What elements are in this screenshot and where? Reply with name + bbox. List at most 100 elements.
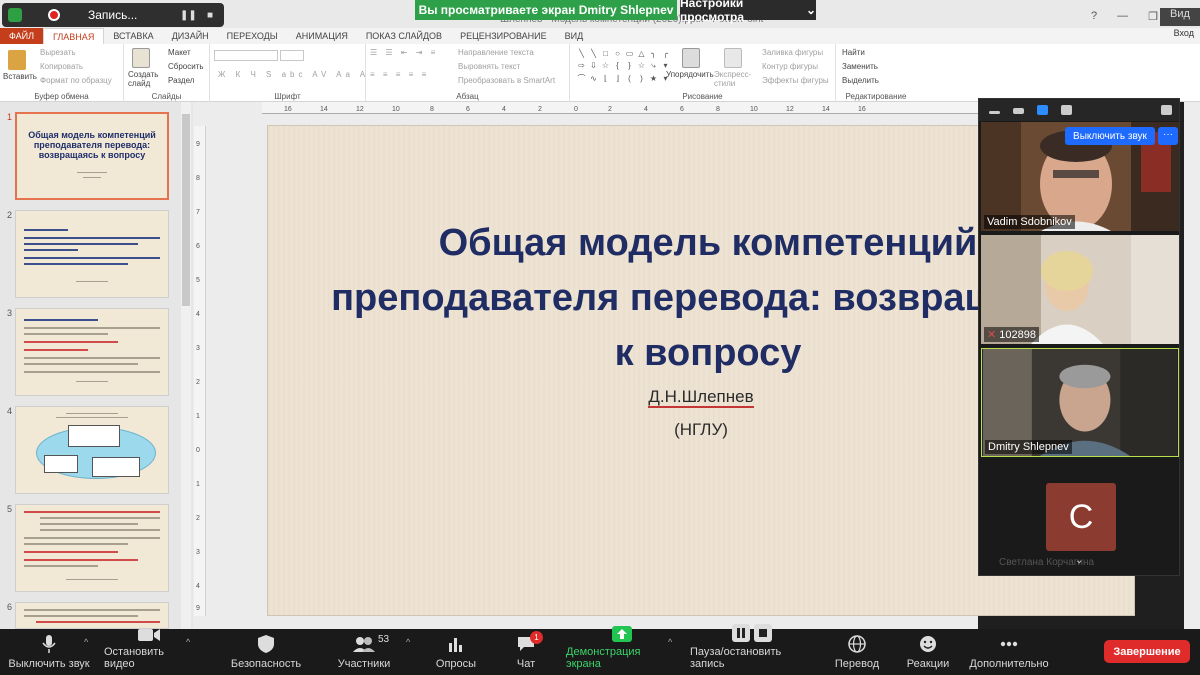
- new-slide-icon[interactable]: [132, 48, 150, 68]
- chevron-up-icon[interactable]: ^: [406, 637, 410, 647]
- slide-thumbnail-2[interactable]: [15, 210, 169, 298]
- speaker-view-icon[interactable]: [1037, 105, 1048, 115]
- tab-animation[interactable]: АНИМАЦИЯ: [287, 28, 357, 44]
- align-text-button[interactable]: Выровнять текст: [458, 62, 520, 71]
- paste-icon[interactable]: [8, 50, 26, 70]
- slide-thumbnail-1[interactable]: Общая модель компетенций преподавателя п…: [15, 112, 169, 200]
- scrollbar-thumb[interactable]: [182, 114, 190, 306]
- select-button[interactable]: Выделить: [842, 76, 879, 85]
- security-button[interactable]: Безопасность: [231, 629, 301, 675]
- translation-button[interactable]: Перевод: [834, 629, 880, 675]
- more-options-button[interactable]: ···: [1158, 127, 1178, 145]
- restore-icon[interactable]: ❐: [1148, 10, 1158, 23]
- paste-button[interactable]: Вставить: [3, 72, 37, 81]
- login-link[interactable]: Вход: [1174, 28, 1194, 38]
- thumbnails-scrollbar[interactable]: [181, 102, 191, 629]
- tab-review[interactable]: РЕЦЕНЗИРОВАНИЕ: [451, 28, 556, 44]
- muted-mic-icon: ✕: [987, 329, 997, 341]
- shape-effects-button[interactable]: Эффекты фигуры: [762, 76, 829, 85]
- mute-button[interactable]: Выключить звук: [8, 629, 90, 675]
- arrange-icon[interactable]: [682, 48, 700, 68]
- pause-recording-button[interactable]: Пауза/остановить запись: [690, 624, 816, 675]
- slide-thumbnail-6[interactable]: [15, 602, 169, 629]
- video-tile-102898[interactable]: ✕ 102898: [981, 235, 1179, 344]
- tab-file[interactable]: ФАЙЛ: [0, 28, 44, 44]
- more-button[interactable]: Дополнительно: [966, 629, 1052, 675]
- chevron-up-icon[interactable]: ^: [668, 637, 672, 647]
- thumb-line: [36, 621, 160, 623]
- pause-icon[interactable]: ❚❚: [180, 10, 197, 21]
- side-by-side-icon[interactable]: [1161, 105, 1172, 115]
- slides-group-label: Слайды: [151, 92, 182, 101]
- reset-button[interactable]: Сбросить: [168, 62, 204, 71]
- slide-thumbnail-3[interactable]: [15, 308, 169, 396]
- reactions-button[interactable]: Реакции: [904, 629, 952, 675]
- font-size-select[interactable]: [280, 50, 304, 61]
- new-slide-button[interactable]: Создать слайд: [128, 70, 162, 88]
- svg-text:4: 4: [196, 583, 200, 590]
- ellipsis-icon: [998, 634, 1020, 654]
- svg-text:8: 8: [430, 106, 434, 113]
- recording-pill[interactable]: Запись... ❚❚ ■: [2, 3, 224, 27]
- quick-styles-button[interactable]: Экспресс-стили: [714, 70, 751, 88]
- shape-outline-button[interactable]: Контур фигуры: [762, 62, 818, 71]
- align-buttons[interactable]: ≡ ≡ ≡ ≡ ≡: [370, 70, 429, 79]
- minimize-panel-icon[interactable]: [989, 111, 1000, 114]
- share-screen-button[interactable]: Демонстрация экрана: [566, 626, 678, 675]
- svg-text:3: 3: [196, 549, 200, 556]
- copy-button[interactable]: Копировать: [40, 62, 83, 71]
- minimize-icon[interactable]: —: [1117, 10, 1128, 23]
- recording-label: Запись...: [88, 8, 138, 22]
- chevron-up-icon[interactable]: ^: [84, 637, 88, 647]
- tab-design[interactable]: ДИЗАЙН: [163, 28, 218, 44]
- arrange-button[interactable]: Упорядочить: [666, 70, 714, 79]
- video-tile-dmitry[interactable]: Dmitry Shlepnev: [981, 348, 1179, 457]
- text-direction-button[interactable]: Направление текста: [458, 48, 534, 57]
- gallery-view-icon[interactable]: [1061, 105, 1072, 115]
- window-controls: ? — ❐: [1091, 10, 1158, 23]
- pause-recording-label: Пауза/остановить запись: [690, 646, 782, 670]
- font-format-buttons[interactable]: Ж К Ч S abc AV Aa A: [218, 70, 369, 79]
- section-button[interactable]: Раздел: [168, 76, 194, 85]
- shapes-gallery[interactable]: ╲ ╲ □ ○ ▭ △ ╮ ╭ ⇨ ⇩ ☆{} ☆ ⤷ ▾ ⌒ ∿ ⌊ ⌋() ★ ▾: [576, 48, 668, 84]
- stop-video-button[interactable]: Остановить видео: [104, 629, 194, 675]
- end-meeting-button[interactable]: Завершение: [1104, 640, 1190, 663]
- view-tab[interactable]: Вид: [1160, 8, 1200, 26]
- tab-slideshow[interactable]: ПОКАЗ СЛАЙДОВ: [357, 28, 451, 44]
- font-family-select[interactable]: [214, 50, 278, 61]
- quick-styles-icon[interactable]: [724, 48, 742, 68]
- tab-home[interactable]: ГЛАВНАЯ: [43, 28, 105, 44]
- chat-button[interactable]: 1 Чат: [512, 629, 543, 675]
- avatar[interactable]: C: [1046, 483, 1116, 551]
- find-button[interactable]: Найти: [842, 48, 865, 57]
- replace-button[interactable]: Заменить: [842, 62, 878, 71]
- shape-fill-button[interactable]: Заливка фигуры: [762, 48, 823, 57]
- thumb-line: [66, 579, 118, 580]
- slide-title[interactable]: Общая модель компетенций преподавателя п…: [328, 216, 1088, 381]
- view-options-button[interactable]: Настройки просмотра ⌄: [680, 0, 816, 24]
- chevron-up-icon[interactable]: ^: [186, 637, 190, 647]
- microphone-icon: [38, 634, 60, 654]
- meeting-toolbar: Выключить звук ^ Остановить видео ^ Безо…: [0, 624, 1200, 675]
- tab-view[interactable]: ВИД: [556, 28, 593, 44]
- editor-scrollbar[interactable]: [1184, 102, 1200, 629]
- chevron-down-icon[interactable]: ⌄: [1075, 555, 1083, 566]
- shield-icon: [255, 634, 277, 654]
- stop-icon[interactable]: ■: [202, 10, 218, 21]
- svg-text:7: 7: [196, 209, 200, 216]
- slide-thumbnail-5[interactable]: [15, 504, 169, 592]
- thumb-line: [24, 257, 160, 259]
- cut-button[interactable]: Вырезать: [40, 48, 76, 57]
- thumb-line: [24, 565, 98, 567]
- layout-button[interactable]: Макет: [168, 48, 191, 57]
- polls-button[interactable]: Опросы: [434, 629, 478, 675]
- hide-video-icon[interactable]: [1013, 108, 1024, 114]
- slide-thumbnail-4[interactable]: [15, 406, 169, 494]
- smartart-button[interactable]: Преобразовать в SmartArt: [458, 76, 555, 85]
- format-painter-button[interactable]: Формат по образцу: [40, 76, 112, 85]
- unmute-button[interactable]: Выключить звук: [1065, 127, 1155, 145]
- tab-insert[interactable]: ВСТАВКА: [104, 28, 162, 44]
- tab-transitions[interactable]: ПЕРЕХОДЫ: [218, 28, 287, 44]
- list-buttons[interactable]: ☰ ☰ ⇤ ⇥ ≡: [370, 48, 438, 57]
- help-icon[interactable]: ?: [1091, 10, 1097, 23]
